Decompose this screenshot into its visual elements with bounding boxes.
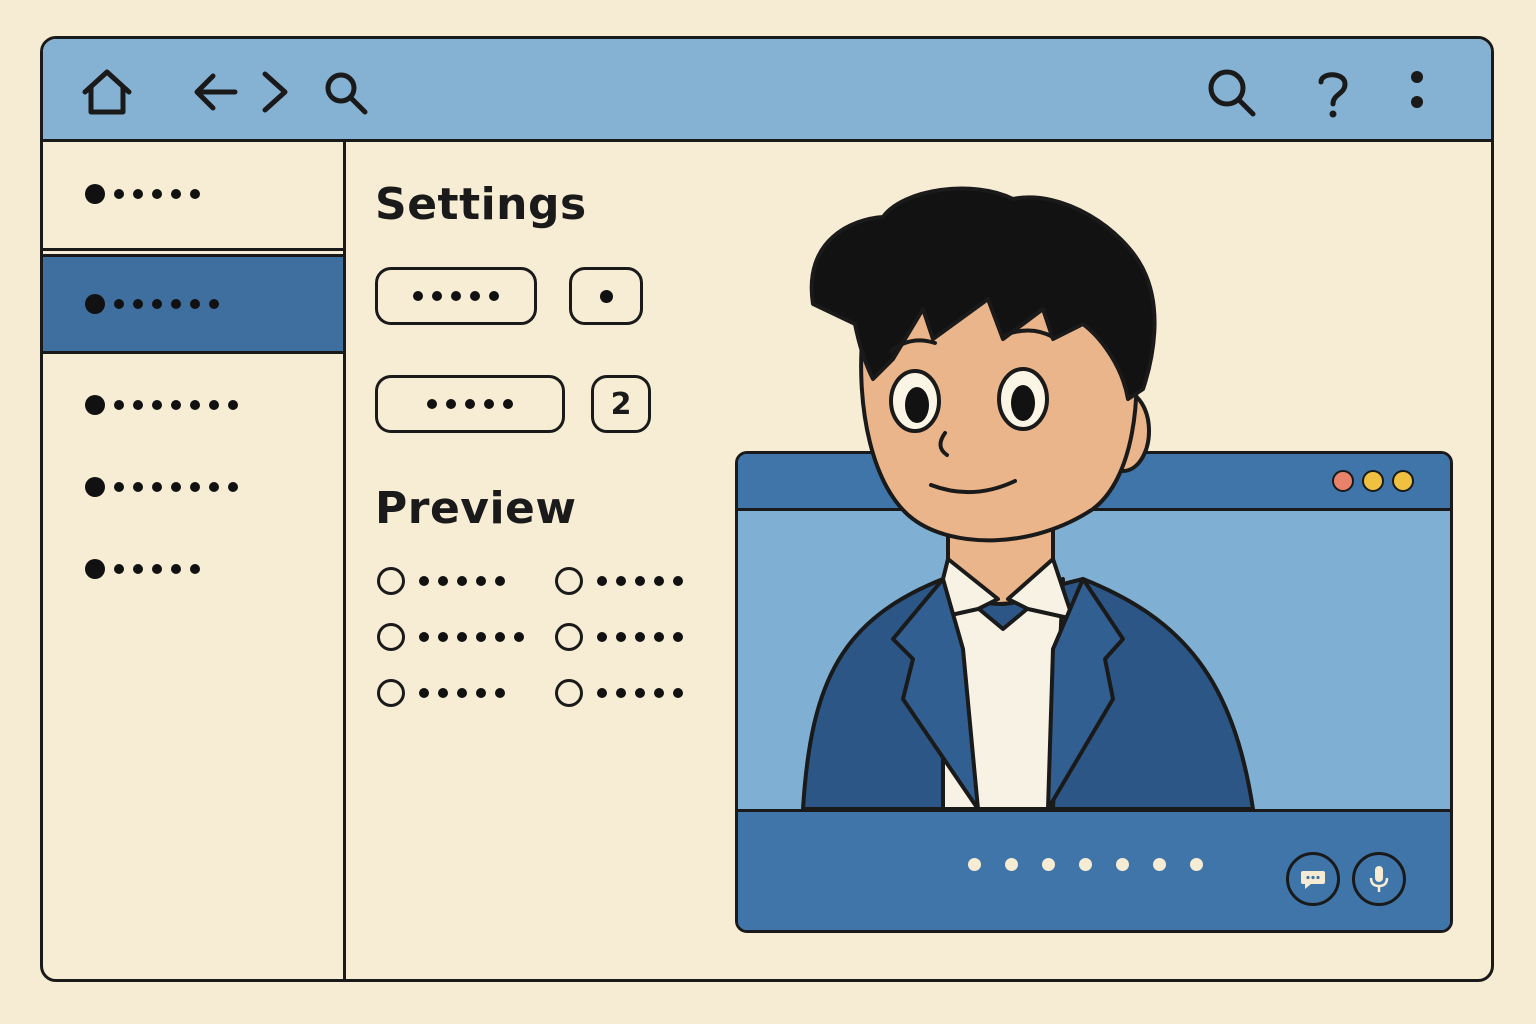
app-window: Settings 2 Preview <box>40 36 1494 982</box>
avatar <box>801 186 1255 811</box>
